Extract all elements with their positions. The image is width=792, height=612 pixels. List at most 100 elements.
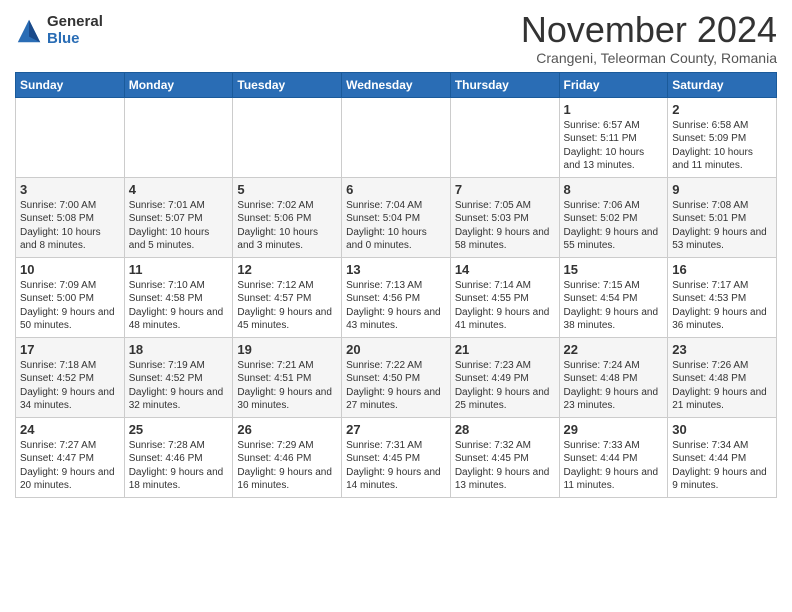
subtitle: Crangeni, Teleorman County, Romania — [521, 50, 777, 66]
day-cell: 4 Sunrise: 7:01 AM Sunset: 5:07 PM Daylig… — [124, 177, 233, 257]
day-number: 21 — [455, 342, 555, 357]
day-number: 14 — [455, 262, 555, 277]
day-number: 20 — [346, 342, 446, 357]
week-row-2: 10Sunrise: 7:09 AM Sunset: 5:00 PM Dayli… — [16, 257, 777, 337]
week-row-4: 24 Sunrise: 7:27 AM Sunset: 4:47 PM Dayli… — [16, 417, 777, 497]
day-info: Sunrise: 7:12 AM Sunset: 4:57 PM Dayligh… — [237, 279, 337, 333]
header-cell-thursday: Thursday — [450, 72, 559, 97]
day-number: 28 — [455, 422, 555, 437]
header-cell-monday: Monday — [124, 72, 233, 97]
day-info: Sunrise: 7:02 AM Sunset: 5:06 PM Dayligh… — [237, 199, 337, 253]
day-cell: 14 Sunrise: 7:14 AM Sunset: 4:55 PM Dayli… — [450, 257, 559, 337]
week-row-3: 17 Sunrise: 7:18 AM Sunset: 4:52 PM Dayli… — [16, 337, 777, 417]
day-info: Sunrise: 7:26 AM Sunset: 4:48 PM Dayligh… — [672, 359, 772, 413]
day-info: Sunrise: 7:14 AM Sunset: 4:55 PM Dayligh… — [455, 279, 555, 333]
day-number: 1 — [564, 102, 664, 117]
day-number: 9 — [672, 182, 772, 197]
day-cell: 15Sunrise: 7:15 AM Sunset: 4:54 PM Dayli… — [559, 257, 668, 337]
day-number: 25 — [129, 422, 229, 437]
day-cell: 24 Sunrise: 7:27 AM Sunset: 4:47 PM Dayli… — [16, 417, 125, 497]
logo-general-text: General — [47, 14, 103, 31]
day-info: Sunrise: 7:33 AM Sunset: 4:44 PM Dayligh… — [564, 439, 664, 493]
day-info: Sunrise: 7:24 AM Sunset: 4:48 PM Dayligh… — [564, 359, 664, 413]
day-number: 4 — [129, 182, 229, 197]
day-info: Sunrise: 7:19 AM Sunset: 4:52 PM Dayligh… — [129, 359, 229, 413]
day-cell: 2 Sunrise: 6:58 AM Sunset: 5:09 PM Daylig… — [668, 97, 777, 177]
day-cell: 27 Sunrise: 7:31 AM Sunset: 4:45 PM Dayli… — [342, 417, 451, 497]
day-cell: 23 Sunrise: 7:26 AM Sunset: 4:48 PM Dayli… — [668, 337, 777, 417]
day-info: Sunrise: 7:29 AM Sunset: 4:46 PM Dayligh… — [237, 439, 337, 493]
day-number: 26 — [237, 422, 337, 437]
day-number: 27 — [346, 422, 446, 437]
day-cell: 20 Sunrise: 7:22 AM Sunset: 4:50 PM Dayli… — [342, 337, 451, 417]
logo-text: General Blue — [47, 14, 103, 47]
day-cell: 7 Sunrise: 7:05 AM Sunset: 5:03 PM Daylig… — [450, 177, 559, 257]
logo-area: General Blue — [15, 10, 103, 47]
day-info: Sunrise: 7:31 AM Sunset: 4:45 PM Dayligh… — [346, 439, 446, 493]
logo-icon — [15, 17, 43, 45]
day-info: Sunrise: 7:17 AM Sunset: 4:53 PM Dayligh… — [672, 279, 772, 333]
day-cell: 16 Sunrise: 7:17 AM Sunset: 4:53 PM Dayli… — [668, 257, 777, 337]
day-cell: 5 Sunrise: 7:02 AM Sunset: 5:06 PM Daylig… — [233, 177, 342, 257]
day-cell: 25 Sunrise: 7:28 AM Sunset: 4:46 PM Dayli… — [124, 417, 233, 497]
day-cell — [450, 97, 559, 177]
day-number: 15 — [564, 262, 664, 277]
day-cell: 17 Sunrise: 7:18 AM Sunset: 4:52 PM Dayli… — [16, 337, 125, 417]
day-number: 8 — [564, 182, 664, 197]
day-info: Sunrise: 7:10 AM Sunset: 4:58 PM Dayligh… — [129, 279, 229, 333]
day-info: Sunrise: 7:04 AM Sunset: 5:04 PM Dayligh… — [346, 199, 446, 253]
day-info: Sunrise: 7:23 AM Sunset: 4:49 PM Dayligh… — [455, 359, 555, 413]
header-cell-tuesday: Tuesday — [233, 72, 342, 97]
day-number: 17 — [20, 342, 120, 357]
day-info: Sunrise: 7:00 AM Sunset: 5:08 PM Dayligh… — [20, 199, 120, 253]
day-cell: 28 Sunrise: 7:32 AM Sunset: 4:45 PM Dayli… — [450, 417, 559, 497]
day-info: Sunrise: 7:21 AM Sunset: 4:51 PM Dayligh… — [237, 359, 337, 413]
day-info: Sunrise: 7:01 AM Sunset: 5:07 PM Dayligh… — [129, 199, 229, 253]
day-cell — [124, 97, 233, 177]
day-cell: 30 Sunrise: 7:34 AM Sunset: 4:44 PM Dayli… — [668, 417, 777, 497]
day-cell: 19 Sunrise: 7:21 AM Sunset: 4:51 PM Dayli… — [233, 337, 342, 417]
day-cell: 9 Sunrise: 7:08 AM Sunset: 5:01 PM Daylig… — [668, 177, 777, 257]
day-number: 19 — [237, 342, 337, 357]
day-info: Sunrise: 7:05 AM Sunset: 5:03 PM Dayligh… — [455, 199, 555, 253]
day-info: Sunrise: 7:27 AM Sunset: 4:47 PM Dayligh… — [20, 439, 120, 493]
day-number: 10 — [20, 262, 120, 277]
day-number: 5 — [237, 182, 337, 197]
day-cell: 8Sunrise: 7:06 AM Sunset: 5:02 PM Daylig… — [559, 177, 668, 257]
day-cell: 26 Sunrise: 7:29 AM Sunset: 4:46 PM Dayli… — [233, 417, 342, 497]
header-cell-sunday: Sunday — [16, 72, 125, 97]
day-number: 18 — [129, 342, 229, 357]
day-info: Sunrise: 7:28 AM Sunset: 4:46 PM Dayligh… — [129, 439, 229, 493]
day-info: Sunrise: 7:34 AM Sunset: 4:44 PM Dayligh… — [672, 439, 772, 493]
day-cell: 1 Sunrise: 6:57 AM Sunset: 5:11 PM Daylig… — [559, 97, 668, 177]
day-number: 13 — [346, 262, 446, 277]
day-number: 2 — [672, 102, 772, 117]
header-row: SundayMondayTuesdayWednesdayThursdayFrid… — [16, 72, 777, 97]
day-info: Sunrise: 7:32 AM Sunset: 4:45 PM Dayligh… — [455, 439, 555, 493]
day-info: Sunrise: 6:57 AM Sunset: 5:11 PM Dayligh… — [564, 119, 664, 173]
day-cell: 18 Sunrise: 7:19 AM Sunset: 4:52 PM Dayli… — [124, 337, 233, 417]
day-number: 22 — [564, 342, 664, 357]
day-info: Sunrise: 6:58 AM Sunset: 5:09 PM Dayligh… — [672, 119, 772, 173]
calendar-table: SundayMondayTuesdayWednesdayThursdayFrid… — [15, 72, 777, 498]
day-number: 6 — [346, 182, 446, 197]
day-cell: 6 Sunrise: 7:04 AM Sunset: 5:04 PM Daylig… — [342, 177, 451, 257]
day-cell — [16, 97, 125, 177]
day-number: 30 — [672, 422, 772, 437]
day-cell — [233, 97, 342, 177]
day-info: Sunrise: 7:18 AM Sunset: 4:52 PM Dayligh… — [20, 359, 120, 413]
day-info: Sunrise: 7:08 AM Sunset: 5:01 PM Dayligh… — [672, 199, 772, 253]
day-cell: 22 Sunrise: 7:24 AM Sunset: 4:48 PM Dayli… — [559, 337, 668, 417]
week-row-0: 1 Sunrise: 6:57 AM Sunset: 5:11 PM Daylig… — [16, 97, 777, 177]
day-cell: 21 Sunrise: 7:23 AM Sunset: 4:49 PM Dayli… — [450, 337, 559, 417]
header-cell-friday: Friday — [559, 72, 668, 97]
header: General Blue November 2024 Crangeni, Tel… — [15, 10, 777, 66]
day-number: 24 — [20, 422, 120, 437]
day-info: Sunrise: 7:22 AM Sunset: 4:50 PM Dayligh… — [346, 359, 446, 413]
day-number: 3 — [20, 182, 120, 197]
day-number: 7 — [455, 182, 555, 197]
week-row-1: 3 Sunrise: 7:00 AM Sunset: 5:08 PM Daylig… — [16, 177, 777, 257]
day-number: 23 — [672, 342, 772, 357]
day-number: 16 — [672, 262, 772, 277]
day-info: Sunrise: 7:13 AM Sunset: 4:56 PM Dayligh… — [346, 279, 446, 333]
